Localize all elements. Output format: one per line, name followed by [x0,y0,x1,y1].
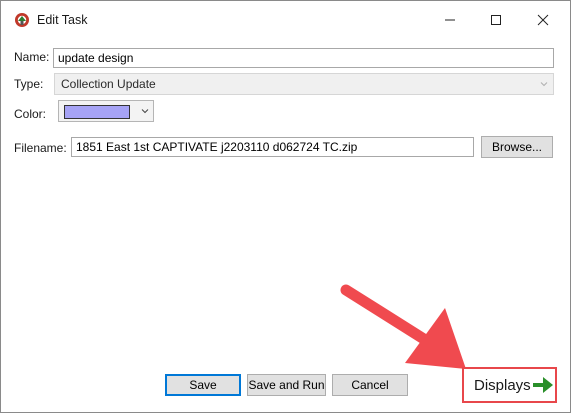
browse-button[interactable]: Browse... [481,136,553,158]
color-swatch [64,105,130,119]
callout-label: Displays [474,377,531,394]
filename-label: Filename: [14,141,67,155]
color-label: Color: [14,107,47,121]
type-select: Collection Update [54,73,554,95]
save-and-run-button[interactable]: Save and Run [247,374,326,396]
chevron-down-icon [539,74,549,94]
maximize-icon [491,15,501,25]
title-bar[interactable]: Edit Task [1,1,570,39]
chevron-down-icon [140,101,150,121]
window-title: Edit Task [37,13,88,27]
close-icon [537,14,549,26]
name-label: Name: [14,50,50,64]
close-button[interactable] [520,1,566,39]
save-button[interactable]: Save [165,374,241,396]
name-input[interactable]: update design [53,48,554,68]
type-select-value: Collection Update [61,77,156,91]
maximize-button[interactable] [473,1,519,39]
right-arrow-icon [531,375,555,398]
edit-task-window: Edit Task Name: update design Type: Coll… [0,0,571,413]
cancel-button[interactable]: Cancel [332,374,408,396]
filename-input[interactable]: 1851 East 1st CAPTIVATE j2203110 d062724… [71,137,474,157]
minimize-icon [445,19,455,21]
displays-callout: Displays [462,367,557,403]
app-icon [14,12,30,28]
minimize-button[interactable] [427,1,473,39]
type-label: Type: [14,77,44,91]
color-picker[interactable] [58,100,154,122]
